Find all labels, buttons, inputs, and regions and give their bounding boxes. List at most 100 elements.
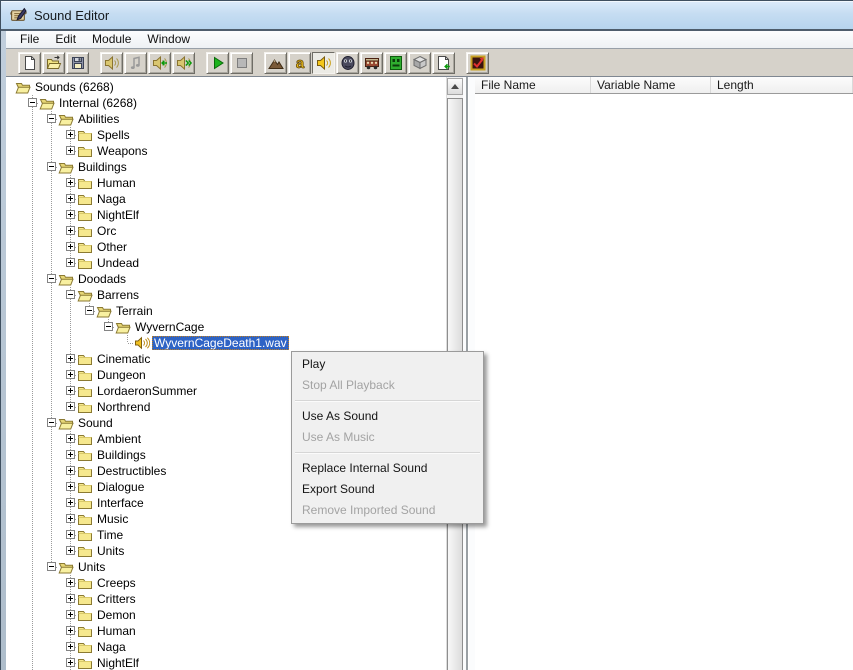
- tree-expander-plus[interactable]: [66, 626, 75, 635]
- tree-expander-plus[interactable]: [66, 450, 75, 459]
- tree-item-label: Ambient: [97, 432, 142, 446]
- tree-item-units[interactable]: Units: [6, 543, 446, 559]
- menu-item-play[interactable]: Play: [292, 354, 483, 375]
- tree-item-units[interactable]: Units: [6, 559, 446, 575]
- play-button[interactable]: [206, 51, 229, 74]
- tree-expander-plus[interactable]: [66, 642, 75, 651]
- tree-expander-plus[interactable]: [66, 178, 75, 187]
- tree-expander-minus[interactable]: [47, 274, 56, 283]
- tree-item-nightelf[interactable]: NightElf: [6, 207, 446, 223]
- tree-expander-plus[interactable]: [66, 530, 75, 539]
- tree-item-human[interactable]: Human: [6, 175, 446, 191]
- ai-editor-button[interactable]: [384, 51, 407, 74]
- test-map-button[interactable]: [466, 51, 489, 74]
- tree-item-creeps[interactable]: Creeps: [6, 575, 446, 591]
- tree-expander-minus[interactable]: [47, 162, 56, 171]
- next-sound-button[interactable]: [172, 51, 195, 74]
- tree-expander-plus[interactable]: [66, 578, 75, 587]
- tree-connector: [51, 335, 52, 351]
- tree-item-internal-6268[interactable]: Internal (6268): [6, 95, 446, 111]
- tree-expander-plus[interactable]: [66, 130, 75, 139]
- tree-expander-plus[interactable]: [66, 514, 75, 523]
- tree-item-naga[interactable]: Naga: [6, 191, 446, 207]
- menu-file[interactable]: File: [12, 31, 47, 48]
- trigger-editor-button[interactable]: a: [288, 51, 311, 74]
- tree-expander-minus[interactable]: [66, 290, 75, 299]
- tree-expander-minus[interactable]: [47, 562, 56, 571]
- tree-item-weapons[interactable]: Weapons: [6, 143, 446, 159]
- tree-expander-plus[interactable]: [66, 242, 75, 251]
- object-editor-button[interactable]: [336, 51, 359, 74]
- tree-item-barrens[interactable]: Barrens: [6, 287, 446, 303]
- tree-item-time[interactable]: Time: [6, 527, 446, 543]
- open-button[interactable]: [42, 51, 65, 74]
- tree-item-naga[interactable]: Naga: [6, 639, 446, 655]
- tree-expander-plus[interactable]: [66, 466, 75, 475]
- tree-expander-plus[interactable]: [66, 226, 75, 235]
- column-header-file-name[interactable]: File Name: [475, 77, 591, 93]
- tree-expander-minus[interactable]: [47, 114, 56, 123]
- new-button[interactable]: [18, 51, 41, 74]
- campaign-editor-button[interactable]: [360, 51, 383, 74]
- tree-expander-plus[interactable]: [66, 194, 75, 203]
- tree-expander-plus[interactable]: [66, 354, 75, 363]
- menu-item-use-as-sound[interactable]: Use As Sound: [292, 406, 483, 427]
- tree-expander-plus[interactable]: [66, 146, 75, 155]
- stop-button[interactable]: [230, 51, 253, 74]
- play-sound-icon: [104, 55, 120, 71]
- tree-item-doodads[interactable]: Doodads: [6, 271, 446, 287]
- tree-expander-plus[interactable]: [66, 386, 75, 395]
- tree-item-nightelf[interactable]: NightElf: [6, 655, 446, 670]
- tree-expander-minus[interactable]: [85, 306, 94, 315]
- tree-item-other[interactable]: Other: [6, 239, 446, 255]
- terrain-editor-button[interactable]: [264, 51, 287, 74]
- tree-expander-minus[interactable]: [104, 322, 113, 331]
- tree-item-buildings[interactable]: Buildings: [6, 159, 446, 175]
- sound-editor-icon: [316, 55, 332, 71]
- object-manager-button[interactable]: [408, 51, 431, 74]
- tree-expander-plus[interactable]: [66, 370, 75, 379]
- prev-sound-button[interactable]: [148, 51, 171, 74]
- tree-expander-plus[interactable]: [66, 402, 75, 411]
- column-header-length[interactable]: Length: [711, 77, 853, 93]
- tree-item-label: WyvernCageDeath1.wav: [152, 336, 289, 350]
- tree-expander-plus[interactable]: [66, 498, 75, 507]
- tree-expander-plus[interactable]: [66, 210, 75, 219]
- tree-expander-plus[interactable]: [66, 482, 75, 491]
- menu-module[interactable]: Module: [84, 31, 139, 48]
- sound-editor-button[interactable]: [312, 51, 335, 74]
- tree-expander-plus[interactable]: [66, 658, 75, 667]
- tree-item-wyverncage[interactable]: WyvernCage: [6, 319, 446, 335]
- tree-item-spells[interactable]: Spells: [6, 127, 446, 143]
- tree-item-abilities[interactable]: Abilities: [6, 111, 446, 127]
- tree-expander-plus[interactable]: [66, 434, 75, 443]
- tree-item-critters[interactable]: Critters: [6, 591, 446, 607]
- tree-item-orc[interactable]: Orc: [6, 223, 446, 239]
- play-note-button[interactable]: [124, 51, 147, 74]
- tree-item-demon[interactable]: Demon: [6, 607, 446, 623]
- import-manager-button[interactable]: [432, 51, 455, 74]
- save-button[interactable]: [66, 51, 89, 74]
- tree-item-sounds-6268[interactable]: Sounds (6268): [6, 79, 446, 95]
- tree-expander-plus[interactable]: [66, 258, 75, 267]
- menu-edit[interactable]: Edit: [47, 31, 84, 48]
- scroll-up-button[interactable]: [447, 78, 463, 95]
- tree-connector: [32, 527, 33, 543]
- play-sound-button[interactable]: [100, 51, 123, 74]
- tree-expander-plus[interactable]: [66, 610, 75, 619]
- tree-item-wyverncagedeath1-wav[interactable]: WyvernCageDeath1.wav: [6, 335, 446, 351]
- folder-closed-icon: [77, 544, 93, 558]
- menu-window[interactable]: Window: [139, 31, 198, 48]
- tree-expander-plus[interactable]: [66, 594, 75, 603]
- file-list-body[interactable]: [475, 94, 853, 670]
- menu-item-export-sound[interactable]: Export Sound: [292, 479, 483, 500]
- tree-expander-minus[interactable]: [28, 98, 37, 107]
- tree-item-human[interactable]: Human: [6, 623, 446, 639]
- menu-item-replace-internal-sound[interactable]: Replace Internal Sound: [292, 458, 483, 479]
- tree-expander-plus[interactable]: [66, 546, 75, 555]
- tree-item-undead[interactable]: Undead: [6, 255, 446, 271]
- column-header-variable-name[interactable]: Variable Name: [591, 77, 711, 93]
- tree-expander-minus[interactable]: [47, 418, 56, 427]
- tree-item-terrain[interactable]: Terrain: [6, 303, 446, 319]
- title-bar[interactable]: Sound Editor: [1, 1, 853, 29]
